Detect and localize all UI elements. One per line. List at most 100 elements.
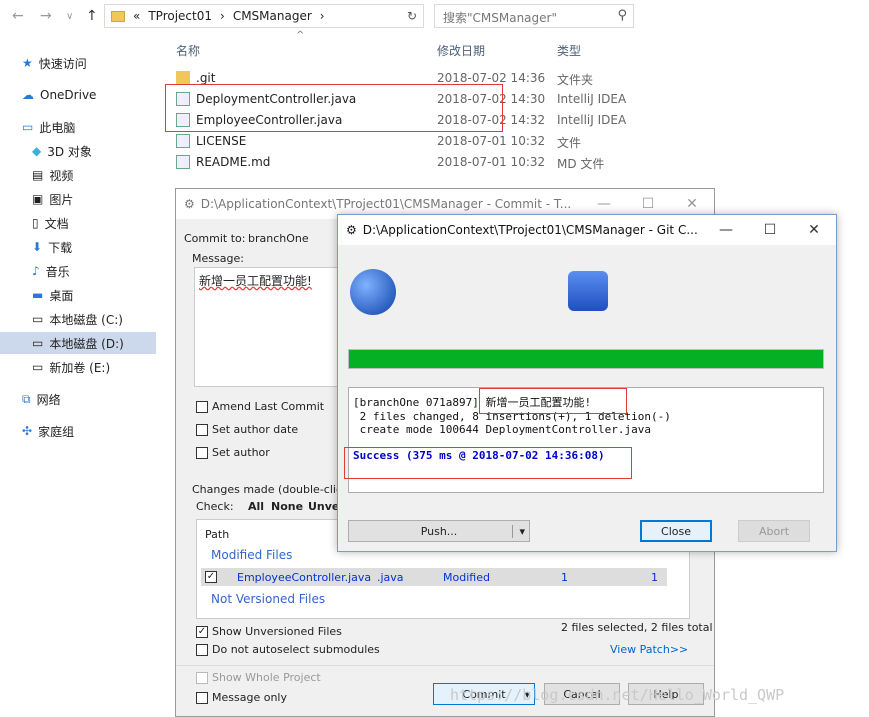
files-selected-status: 2 files selected, 2 files total	[561, 621, 713, 634]
nav-3d-objects[interactable]: ◆ 3D 对象	[32, 140, 92, 162]
check-none-link[interactable]: None	[271, 500, 303, 513]
file-row[interactable]: LICENSE 2018-07-01 10:32 文件	[166, 131, 646, 152]
maximize-icon[interactable]: ☐	[748, 215, 792, 245]
row-checkbox[interactable]: ✓	[205, 571, 217, 583]
watermark-text: https://blog.csdn.net/Hello_World_QWP	[450, 686, 785, 704]
nav-drive-d[interactable]: ▭ 本地磁盘 (D:)	[0, 332, 156, 354]
amend-checkbox[interactable]: Amend Last Commit	[196, 400, 324, 413]
modified-group-header: Modified Files	[211, 548, 293, 562]
breadcrumb-cmsmanager[interactable]: CMSManager	[233, 9, 312, 23]
column-headers: 名称 ^ 修改日期 类型	[166, 30, 646, 60]
nav-label: 视频	[49, 168, 74, 183]
up-icon[interactable]: ↑	[86, 8, 98, 24]
breadcrumb-chevron[interactable]: «	[133, 9, 140, 23]
nav-label: 3D 对象	[47, 144, 92, 159]
checkbox-label: Set author date	[212, 423, 299, 436]
log-line: create mode 100644 DeploymentController.…	[353, 423, 652, 436]
tortoisegit-icon: ⚙	[346, 223, 357, 237]
search-input[interactable]: 搜索"CMSManager" ⚲	[434, 4, 634, 28]
document-icon: ▯	[32, 216, 39, 230]
address-input[interactable]: « TProject01 › CMSManager › ↻	[104, 4, 424, 28]
refresh-icon[interactable]: ↻	[407, 9, 417, 23]
checkbox-label: Show Unversioned Files	[212, 625, 342, 638]
nav-network[interactable]: ⧉ 网络	[22, 388, 61, 410]
recent-dropdown-icon[interactable]: ∨	[66, 11, 73, 22]
folder-icon	[568, 271, 608, 311]
globe-icon	[350, 269, 396, 315]
nav-quick-access[interactable]: ★ 快速访问	[22, 52, 87, 74]
breadcrumb-separator[interactable]: ›	[220, 9, 225, 23]
message-text: 新增一员工配置功能!	[199, 274, 312, 288]
row-lines-added: 1	[561, 571, 568, 584]
divider	[176, 665, 714, 666]
checkbox-label: Set author	[212, 446, 270, 459]
message-only-checkbox[interactable]: Message only	[196, 691, 287, 704]
nav-videos[interactable]: ▤ 视频	[32, 164, 73, 186]
file-name: LICENSE	[196, 134, 247, 148]
chevron-down-icon[interactable]: ▾	[512, 524, 525, 538]
push-button[interactable]: Push... ▾	[348, 520, 530, 542]
nav-label: 快速访问	[38, 56, 87, 71]
search-placeholder: 搜索"CMSManager"	[443, 11, 557, 25]
git-file-icon	[176, 134, 190, 148]
highlight-box	[344, 447, 632, 479]
show-whole-project-checkbox[interactable]: Show Whole Project	[196, 671, 321, 684]
set-author-date-checkbox[interactable]: Set author date	[196, 423, 298, 436]
nav-documents[interactable]: ▯ 文档	[32, 212, 69, 234]
nav-label: 桌面	[49, 288, 74, 303]
network-icon: ⧉	[22, 391, 31, 406]
file-type: IntelliJ IDEA	[557, 92, 627, 106]
nav-drive-c[interactable]: ▭ 本地磁盘 (C:)	[32, 308, 123, 330]
nav-music[interactable]: ♪ 音乐	[32, 260, 70, 282]
tortoisegit-icon: ⚙	[184, 197, 195, 211]
file-name: README.md	[196, 155, 271, 169]
file-type: 文件	[557, 136, 582, 150]
path-header[interactable]: Path	[205, 528, 229, 541]
abort-button[interactable]: Abort	[738, 520, 810, 542]
nav-homegroup[interactable]: ✣ 家庭组	[22, 420, 74, 442]
column-name[interactable]: 名称	[176, 42, 200, 59]
breadcrumb-tproject01[interactable]: TProject01	[148, 9, 212, 23]
view-patch-link[interactable]: View Patch>>	[610, 643, 688, 656]
drive-icon: ▭	[32, 336, 44, 350]
back-icon[interactable]: ←	[12, 8, 24, 24]
nav-desktop[interactable]: ▬ 桌面	[32, 284, 73, 306]
nav-label: 下载	[48, 240, 73, 255]
set-author-checkbox[interactable]: Set author	[196, 446, 270, 459]
nav-label: 本地磁盘 (D:)	[49, 336, 124, 351]
picture-icon: ▣	[32, 192, 44, 206]
not-versioned-group-header: Not Versioned Files	[211, 592, 326, 606]
nav-label: 音乐	[45, 264, 70, 279]
nav-onedrive[interactable]: ☁ OneDrive	[22, 84, 96, 106]
nav-label: 文档	[44, 216, 69, 231]
forward-icon[interactable]: →	[40, 8, 52, 24]
nav-this-pc[interactable]: ▭ 此电脑	[22, 116, 75, 138]
show-unversioned-checkbox[interactable]: ✓ Show Unversioned Files	[196, 625, 342, 638]
check-unversioned-link[interactable]: Unve	[308, 500, 339, 513]
progress-fill	[349, 350, 823, 368]
file-date: 2018-07-02 14:36	[437, 71, 546, 85]
nav-label: 家庭组	[38, 424, 75, 439]
minimize-icon[interactable]: —	[704, 215, 748, 245]
breadcrumb-separator[interactable]: ›	[320, 9, 325, 23]
no-autoselect-checkbox[interactable]: Do not autoselect submodules	[196, 643, 380, 656]
nav-drive-e[interactable]: ▭ 新加卷 (E:)	[32, 356, 110, 378]
close-button[interactable]: Close	[640, 520, 712, 542]
file-date: 2018-07-01 10:32	[437, 155, 546, 169]
file-row[interactable]: README.md 2018-07-01 10:32 MD 文件	[166, 152, 646, 173]
row-extension: .java	[377, 571, 404, 584]
column-date[interactable]: 修改日期	[437, 42, 485, 59]
branch-name: branchOne	[248, 232, 309, 245]
nav-pictures[interactable]: ▣ 图片	[32, 188, 73, 210]
message-textarea[interactable]: 新增一员工配置功能!	[194, 267, 344, 387]
nav-label: OneDrive	[40, 88, 97, 102]
message-label: Message:	[192, 252, 244, 265]
nav-label: 图片	[49, 192, 74, 207]
check-all-link[interactable]: All	[248, 500, 264, 513]
table-row[interactable]: ✓ EmployeeController.java .java Modified…	[201, 568, 667, 586]
file-type: MD 文件	[557, 157, 605, 171]
column-type[interactable]: 类型	[557, 42, 581, 59]
nav-downloads[interactable]: ⬇ 下载	[32, 236, 72, 258]
close-icon[interactable]: ✕	[792, 215, 836, 245]
commit-to-label: Commit to:	[184, 232, 246, 245]
